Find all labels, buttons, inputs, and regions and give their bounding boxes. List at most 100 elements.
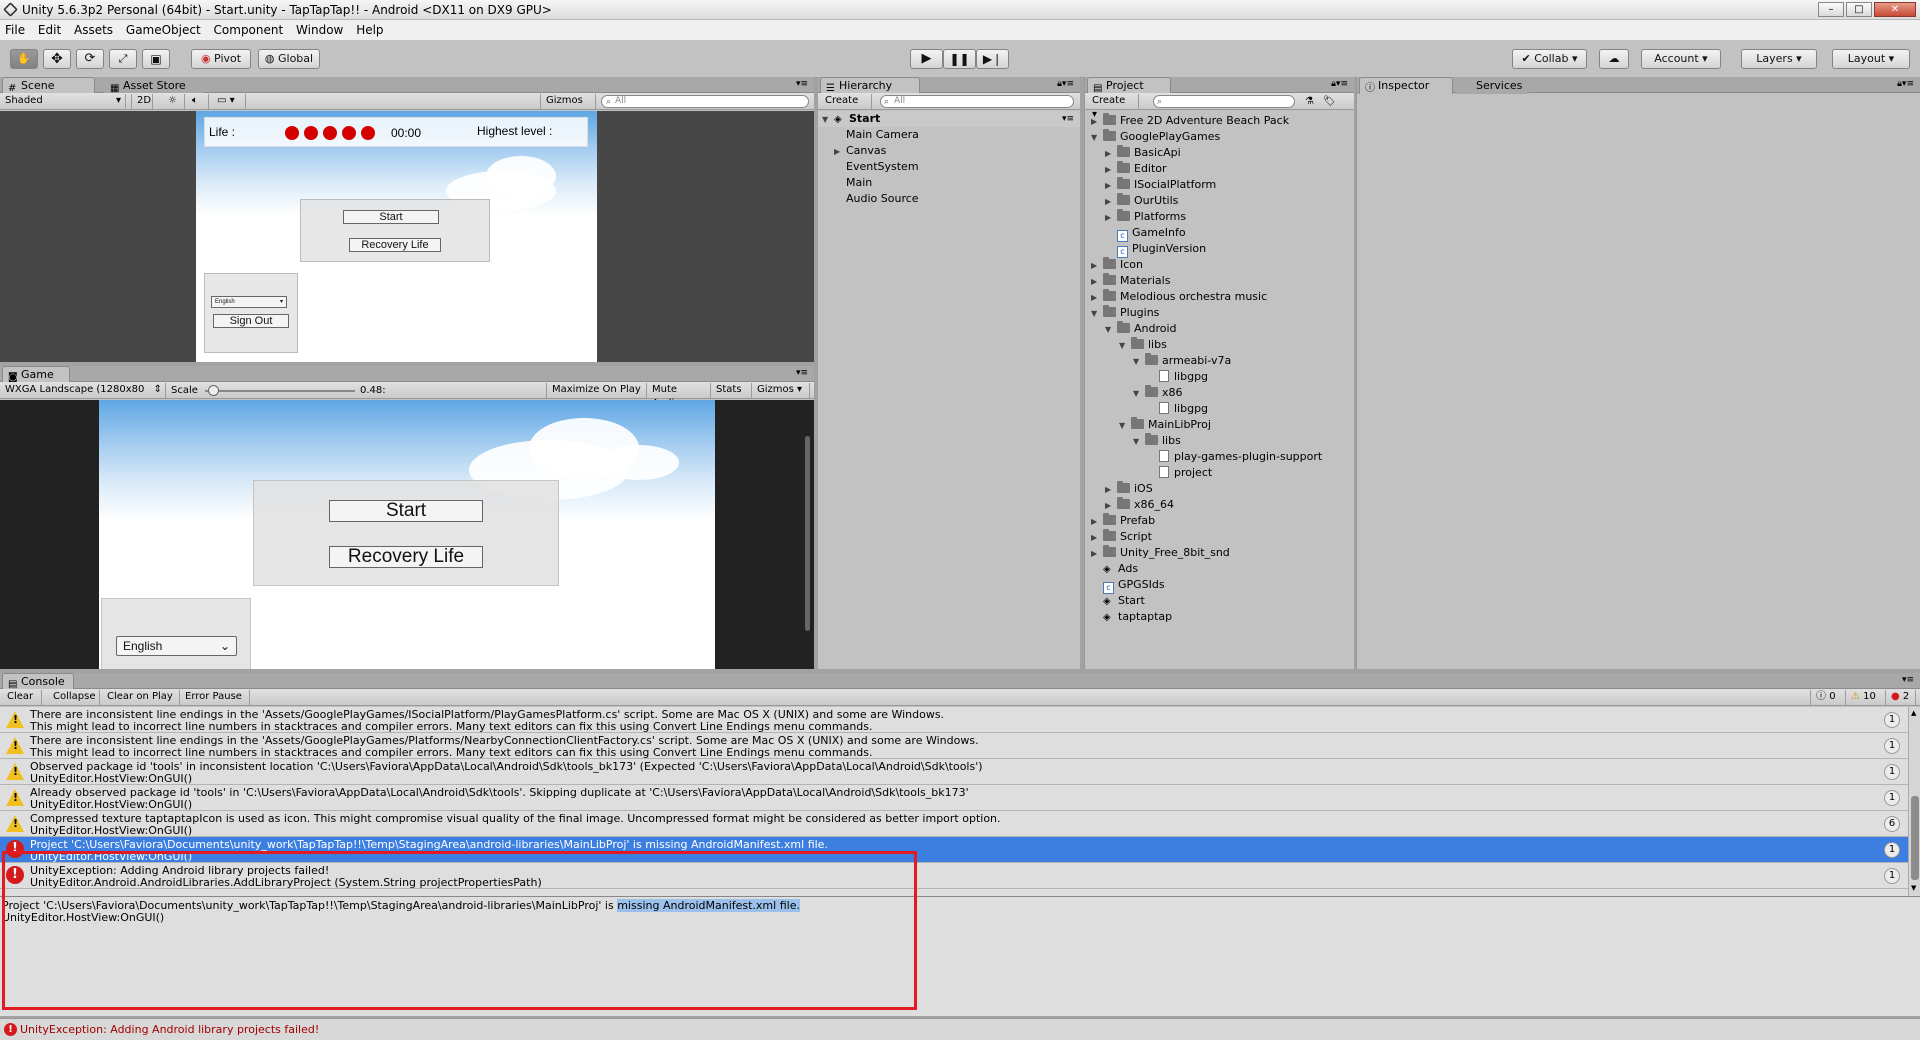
console-clear-on-play-toggle[interactable]: Clear on Play	[102, 690, 180, 705]
project-create-dropdown[interactable]: Create ▾	[1087, 94, 1139, 120]
minimize-button[interactable]: –	[1818, 2, 1844, 17]
rotate-tool-button[interactable]: ⟳	[76, 49, 104, 69]
project-item[interactable]: ▶ Melodious orchestra music	[1091, 289, 1267, 305]
maximize-button[interactable]: □	[1846, 2, 1872, 17]
tab-scene[interactable]: # Scene	[2, 77, 95, 94]
play-button[interactable]: ▶	[910, 49, 943, 69]
project-item[interactable]: ▶ Script	[1091, 529, 1152, 545]
project-item[interactable]: libgpg	[1147, 369, 1208, 385]
hierarchy-scene-menu-icon[interactable]: ▾≡	[1062, 111, 1074, 127]
project-item[interactable]: ◈ taptaptap	[1091, 609, 1172, 625]
error-filter-toggle[interactable]: ● 2	[1886, 690, 1916, 705]
resolution-dropdown[interactable]: WXGA Landscape (1280x80 ⇕	[0, 383, 166, 398]
project-item[interactable]: c PluginVersion	[1105, 241, 1206, 258]
warning-filter-toggle[interactable]: ⚠ 10	[1846, 690, 1886, 705]
project-item[interactable]: c GPGSIds	[1091, 577, 1165, 594]
project-item[interactable]: ▶ OurUtils	[1105, 193, 1178, 209]
scale-slider-track[interactable]	[205, 385, 355, 396]
account-dropdown[interactable]: Account ▾	[1641, 49, 1721, 69]
scene-gizmos-dropdown[interactable]: Gizmos ▾	[540, 94, 596, 120]
close-button[interactable]: ✕	[1874, 2, 1916, 17]
project-item[interactable]: ▼ armeabi-v7a	[1133, 353, 1231, 369]
scene-start-button[interactable]: Start	[343, 210, 439, 224]
tab-game[interactable]: ◙ Game	[2, 366, 70, 383]
scene-recovery-button[interactable]: Recovery Life	[349, 238, 441, 252]
project-item[interactable]: ◈ Start	[1091, 593, 1145, 609]
tab-console[interactable]: ▤ Console	[2, 673, 74, 690]
project-item[interactable]: ▶ ISocialPlatform	[1105, 177, 1216, 193]
menu-assets[interactable]: Assets	[69, 20, 117, 40]
info-filter-toggle[interactable]: ⓘ 0	[1810, 690, 1846, 705]
project-item[interactable]: ▼ MainLibProj	[1119, 417, 1211, 433]
panel-menu-icon[interactable]: ▾≡	[796, 368, 808, 378]
project-item[interactable]: ▶ Prefab	[1091, 513, 1155, 529]
hierarchy-item[interactable]: EventSystem	[846, 159, 919, 175]
cloud-button[interactable]: ☁	[1599, 49, 1629, 69]
project-item[interactable]: project	[1147, 465, 1212, 481]
console-error-pause-toggle[interactable]: Error Pause	[180, 690, 250, 705]
tab-services[interactable]: Services	[1457, 77, 1529, 94]
console-scrollbar[interactable]: ▲ ▼	[1908, 707, 1920, 896]
layout-dropdown[interactable]: Layout ▾	[1832, 49, 1910, 69]
project-item[interactable]: ▶ BasicApi	[1105, 145, 1181, 161]
status-message[interactable]: UnityException: Adding Android library p…	[20, 1023, 319, 1036]
menu-component[interactable]: Component	[209, 20, 288, 40]
pivot-toggle[interactable]: ◉ Pivot	[191, 49, 251, 69]
hierarchy-create-dropdown[interactable]: Create ▾	[820, 94, 872, 120]
project-item[interactable]: play-games-plugin-support	[1147, 449, 1322, 465]
project-item[interactable]: ▶ iOS	[1105, 481, 1153, 497]
project-item[interactable]: ▼ libs	[1119, 337, 1167, 353]
hierarchy-item[interactable]: ▶ Canvas	[834, 143, 886, 159]
project-item[interactable]: ▶ Icon	[1091, 257, 1143, 273]
project-item[interactable]: ▶ Free 2D Adventure Beach Pack	[1091, 113, 1289, 129]
console-entry[interactable]: Compressed texture taptaptapIcon is used…	[0, 811, 1908, 837]
console-entry[interactable]: Observed package id 'tools' in inconsist…	[0, 759, 1908, 785]
project-item[interactable]: c GameInfo	[1105, 225, 1186, 242]
mute-audio-toggle[interactable]: Mute Audio	[647, 383, 711, 409]
pause-button[interactable]: ❚❚	[943, 49, 976, 69]
project-item[interactable]: ▶ Platforms	[1105, 209, 1186, 225]
menu-help[interactable]: Help	[351, 20, 387, 40]
scene-search-input[interactable]: All	[601, 95, 809, 108]
step-button[interactable]: ▶❘	[976, 49, 1009, 69]
menu-edit[interactable]: Edit	[33, 20, 65, 40]
project-item[interactable]: ▶ x86_64	[1105, 497, 1174, 513]
project-item[interactable]: libgpg	[1147, 401, 1208, 417]
project-item[interactable]: ▼ Plugins	[1091, 305, 1159, 321]
collab-dropdown[interactable]: ✔ Collab ▾	[1512, 49, 1587, 69]
project-item[interactable]: ▶ Unity_Free_8bit_snd	[1091, 545, 1230, 561]
project-item[interactable]: ▼ libs	[1133, 433, 1181, 449]
move-tool-button[interactable]: ✥	[43, 49, 71, 69]
console-clear-button[interactable]: Clear	[2, 690, 42, 705]
panel-menu-icon[interactable]: 🔒︎▾≡	[1331, 79, 1348, 89]
hierarchy-item[interactable]: Main	[846, 175, 872, 191]
hierarchy-scene-root[interactable]: ▼ ◈ Start ▾≡	[818, 111, 1080, 127]
rect-tool-button[interactable]: ▣	[142, 49, 170, 69]
global-toggle[interactable]: ◍ Global	[258, 49, 320, 69]
panel-menu-icon[interactable]: 🔒︎▾≡	[1057, 79, 1074, 89]
console-entry[interactable]: There are inconsistent line endings in t…	[0, 733, 1908, 759]
hierarchy-item[interactable]: Main Camera	[846, 127, 919, 143]
game-recovery-button[interactable]: Recovery Life	[329, 546, 483, 568]
game-gizmos-dropdown[interactable]: Gizmos ▾	[752, 383, 810, 398]
stats-toggle[interactable]: Stats	[711, 383, 752, 398]
console-entry[interactable]: Already observed package id 'tools' in '…	[0, 785, 1908, 811]
scene-sign-out-button[interactable]: Sign Out	[213, 314, 289, 328]
project-item[interactable]: ▼ GooglePlayGames	[1091, 129, 1220, 145]
game-scrollbar[interactable]	[805, 436, 810, 631]
project-search-input[interactable]	[1153, 95, 1295, 108]
game-viewport[interactable]: Start Recovery Life English ⌄	[0, 400, 814, 669]
scroll-up-icon[interactable]: ▲	[1911, 709, 1916, 717]
scale-slider-thumb[interactable]	[207, 385, 219, 396]
tab-project[interactable]: ▤ Project	[1087, 77, 1171, 94]
maximize-on-play-toggle[interactable]: Maximize On Play	[546, 383, 647, 398]
scale-tool-button[interactable]: ⤢	[109, 49, 137, 69]
panel-menu-icon[interactable]: 🔒︎▾≡	[1897, 79, 1914, 89]
tab-hierarchy[interactable]: ☰ Hierarchy	[820, 77, 920, 94]
project-item[interactable]: ▶ Editor	[1105, 161, 1167, 177]
tab-asset-store[interactable]: ▦ Asset Store	[104, 77, 204, 94]
game-start-button[interactable]: Start	[329, 500, 483, 522]
hierarchy-item[interactable]: Audio Source	[846, 191, 919, 207]
filter-by-type-icon[interactable]: ⚗	[1305, 94, 1314, 110]
lighting-toggle[interactable]: ☼	[163, 94, 185, 109]
